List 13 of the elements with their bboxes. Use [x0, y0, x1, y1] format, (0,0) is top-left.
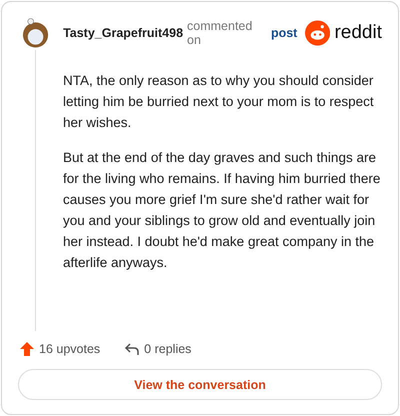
- logo-icon: [305, 20, 330, 46]
- comment-text: NTA, the only reason as to why you should consider letting him be burried next to your mom is to respect her wishes.: [63, 72, 375, 132]
- post-link[interactable]: post: [270, 26, 298, 40]
- upvote-count: 16 upvotes: [39, 342, 100, 356]
- upvote-icon[interactable]: [19, 341, 35, 357]
- reply-icon[interactable]: [124, 341, 140, 357]
- comment-text: But at the end of the day graves and such things are for the living who remains. If having him burried there causes you more grief I'm sure she'd rather wait for you and your siblings to grow old and eventually join her instead. I doubt he'd make great company in the afterlife anyways.: [63, 149, 382, 272]
- reply-count: 0 replies: [144, 342, 192, 356]
- brand-name: reddit: [334, 22, 382, 44]
- avatar-icon: [22, 17, 50, 49]
- action-text: commented on: [187, 19, 254, 47]
- author-name[interactable]: Tasty_Grapefruit498: [63, 26, 184, 40]
- view-conversation-button[interactable]: View the conversation: [18, 369, 382, 400]
